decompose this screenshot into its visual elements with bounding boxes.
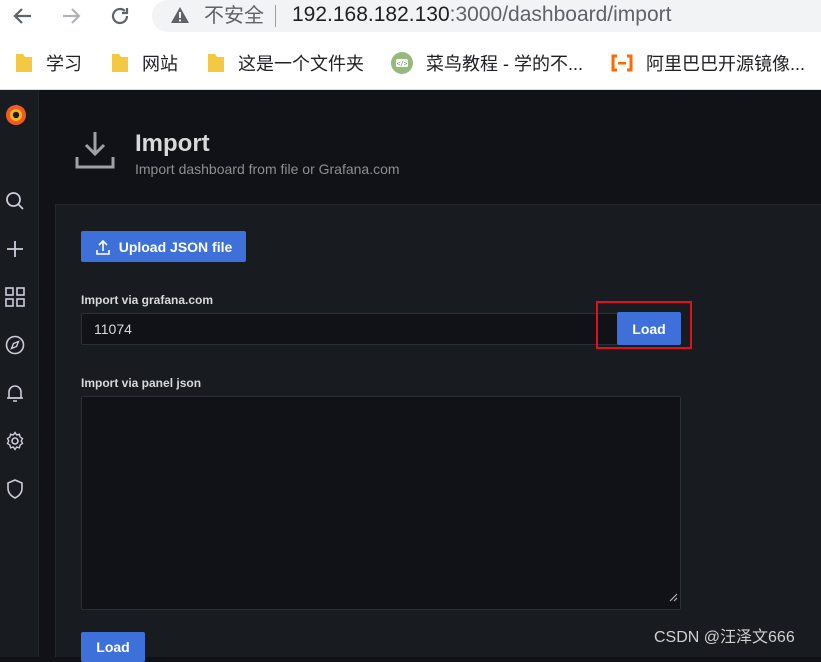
svg-text:</>: </> [397,61,408,68]
panel-json-textarea[interactable] [81,396,681,610]
runoob-icon: </> [390,51,414,75]
bookmark-label: 菜鸟教程 - 学的不... [426,54,583,74]
forward-button[interactable] [56,2,86,30]
upload-json-button[interactable]: Upload JSON file [81,231,246,262]
not-secure-warning-icon[interactable] [170,6,190,29]
explore-icon[interactable] [4,334,26,356]
page-subtitle: Import dashboard from file or Grafana.co… [135,161,400,177]
gcom-id-value: 11074 [94,321,132,337]
page-header: Import Import dashboard from file or Gra… [39,90,821,205]
shield-icon[interactable] [4,478,26,500]
not-secure-label[interactable]: 不安全 [204,4,264,28]
grafana-app: Import Import dashboard from file or Gra… [0,90,821,662]
bookmark-label: 阿里巴巴开源镜像... [646,54,806,74]
bookmark-label: 网站 [142,54,178,74]
submit-load-label: Load [96,639,130,655]
bookmark-item[interactable]: 这是一个文件夹 [206,50,364,76]
bookmark-item[interactable]: 学习 [14,50,82,76]
bookmark-label: 学习 [46,54,82,74]
alerting-icon[interactable] [4,382,26,404]
grafana-logo-icon[interactable] [4,103,28,127]
dashboards-icon[interactable] [4,286,26,308]
browser-toolbar: 不安全 192.168.182.130:3000/dashboard/impor… [0,0,821,36]
reload-button[interactable] [105,2,135,30]
back-arrow-icon [13,8,31,24]
submit-load-button[interactable]: Load [81,632,145,662]
bookmark-item[interactable]: 网站 [110,50,178,76]
plus-icon[interactable] [4,238,26,260]
folder-icon [110,52,130,74]
bookmark-item[interactable]: 阿里巴巴开源镜像... [610,50,805,76]
folder-icon [14,52,34,74]
search-icon[interactable] [4,190,26,212]
page-title: Import [135,130,210,157]
folder-icon [206,52,226,74]
upload-icon [95,239,111,255]
gcom-import-label: Import via grafana.com [81,293,214,307]
bookmarks-bar: 学习 网站 这是一个文件夹 </> 菜鸟教程 - 学的不... 阿里巴巴开源镜像… [0,36,821,90]
gcom-id-input[interactable]: 11074 [81,313,681,345]
bookmark-label: 这是一个文件夹 [238,54,364,74]
back-button[interactable] [8,2,38,30]
import-panel: Upload JSON file Import via grafana.com … [55,204,821,662]
side-menu [0,90,39,657]
url-separator [275,5,276,27]
reload-icon [111,7,129,25]
watermark: CSDN @汪泽文666 [654,629,795,646]
aliyun-icon [610,54,634,72]
import-icon [74,130,116,175]
forward-arrow-icon [63,8,81,24]
resize-handle-icon[interactable] [668,589,678,607]
panel-json-label: Import via panel json [81,376,202,390]
url-path: :3000/dashboard/import [449,3,672,26]
highlight-box [596,301,692,349]
url-text[interactable]: 192.168.182.130:3000/dashboard/import [292,3,671,27]
bookmark-item[interactable]: </> 菜鸟教程 - 学的不... [390,50,583,76]
configuration-icon[interactable] [4,430,26,452]
upload-json-label: Upload JSON file [118,238,233,255]
url-host: 192.168.182.130 [292,3,450,26]
